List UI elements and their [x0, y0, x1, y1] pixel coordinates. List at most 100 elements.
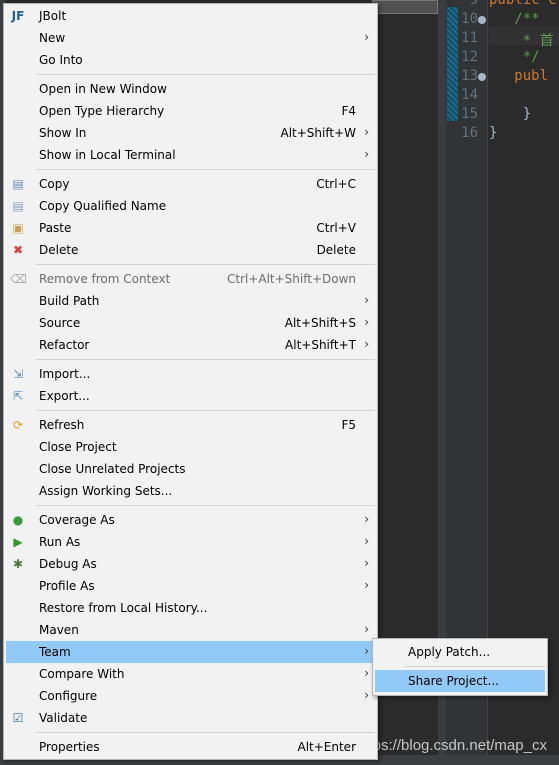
- fold-toggle-icon[interactable]: [478, 73, 486, 81]
- chevron-right-icon: ›: [364, 30, 369, 44]
- background-window-fragment: [372, 0, 438, 14]
- menu-item-label: Show In: [39, 126, 87, 140]
- menu-item-open-type-hierarchy[interactable]: Open Type Hierarchy F4: [6, 100, 375, 122]
- menu-item-label: Debug As: [39, 557, 97, 571]
- run-icon: ▶: [13, 535, 23, 549]
- shortcut-label: Alt+Shift+W: [280, 126, 357, 140]
- copy-qualified-icon: ▤: [12, 199, 24, 213]
- chevron-right-icon: ›: [364, 293, 369, 307]
- menu-item-team[interactable]: Team ›: [6, 641, 375, 663]
- menu-item-label: Coverage As: [39, 513, 115, 527]
- menu-item-label: Configure: [39, 689, 98, 703]
- menu-item-profile-as[interactable]: Profile As ›: [6, 575, 375, 597]
- menu-item-label: Validate: [39, 711, 88, 725]
- menu-separator: [36, 732, 375, 733]
- menu-item-label: Build Path: [39, 294, 100, 308]
- menu-item-label: Compare With: [39, 667, 125, 681]
- menu-item-debug-as[interactable]: ✱ Debug As ›: [6, 553, 375, 575]
- menu-item-go-into[interactable]: Go Into: [6, 49, 375, 71]
- shortcut-label: Alt+Shift+S: [284, 316, 356, 330]
- menu-item-label: Apply Patch...: [408, 645, 491, 659]
- line-number: 13: [461, 68, 478, 84]
- menu-item-label: New: [39, 31, 66, 45]
- shortcut-label: F4: [341, 104, 356, 118]
- menu-item-coverage-as[interactable]: ● Coverage As ›: [6, 509, 375, 531]
- code-line: }: [489, 106, 532, 122]
- shortcut-label: Ctrl+V: [316, 221, 356, 235]
- menu-item-close-unrelated-projects[interactable]: Close Unrelated Projects: [6, 458, 375, 480]
- menu-item-label: Profile As: [39, 579, 95, 593]
- chevron-right-icon: ›: [364, 578, 369, 592]
- line-number: 16: [461, 125, 478, 141]
- menu-item-validate[interactable]: ☑ Validate: [6, 707, 375, 729]
- menu-item-delete[interactable]: ✖ Delete Delete: [6, 239, 375, 261]
- fold-toggle-icon[interactable]: [478, 16, 486, 24]
- chevron-right-icon: ›: [364, 644, 369, 658]
- menu-item-compare-with[interactable]: Compare With ›: [6, 663, 375, 685]
- chevron-right-icon: ›: [364, 315, 369, 329]
- code-line: public c: [489, 0, 557, 8]
- code-line: publ: [489, 68, 549, 84]
- menu-separator: [36, 359, 375, 360]
- code-line: /**: [489, 11, 540, 27]
- chevron-right-icon: ›: [364, 556, 369, 570]
- remove-context-icon: ⌫: [10, 272, 27, 286]
- menu-item-build-path[interactable]: Build Path ›: [6, 290, 375, 312]
- menu-item-label: JBolt: [39, 9, 67, 23]
- menu-item-refresh[interactable]: ⟳ Refresh F5: [6, 414, 375, 436]
- menu-item-import[interactable]: ⇲ Import...: [6, 363, 375, 385]
- shortcut-label: Alt+Enter: [297, 740, 356, 754]
- chevron-right-icon: ›: [364, 666, 369, 680]
- import-icon: ⇲: [12, 367, 24, 381]
- menu-item-label: Open Type Hierarchy: [39, 104, 165, 118]
- menu-item-open-in-new-window[interactable]: Open in New Window: [6, 78, 375, 100]
- menu-item-restore-from-local-history[interactable]: Restore from Local History...: [6, 597, 375, 619]
- code-line: * 首: [489, 33, 554, 49]
- menu-item-label: Properties: [39, 740, 100, 754]
- line-number: 15: [461, 106, 478, 122]
- chevron-right-icon: ›: [364, 512, 369, 526]
- menu-item-jbolt[interactable]: JF JBolt: [6, 5, 375, 27]
- code-line: }: [489, 125, 498, 141]
- line-number: 14: [461, 87, 478, 103]
- menu-item-source[interactable]: Source Alt+Shift+S ›: [6, 312, 375, 334]
- menu-item-copy-qualified-name[interactable]: ▤ Copy Qualified Name: [6, 195, 375, 217]
- line-number: 9: [469, 0, 478, 8]
- menu-item-properties[interactable]: Properties Alt+Enter: [6, 736, 375, 758]
- menu-item-paste[interactable]: ▣ Paste Ctrl+V: [6, 217, 375, 239]
- shortcut-label: Alt+Shift+T: [285, 338, 356, 352]
- menu-item-apply-patch[interactable]: Apply Patch...: [375, 641, 545, 663]
- menu-item-label: Refresh: [39, 418, 85, 432]
- menu-item-share-project[interactable]: Share Project...: [375, 670, 545, 692]
- menu-item-refactor[interactable]: Refactor Alt+Shift+T ›: [6, 334, 375, 356]
- debug-icon: ✱: [12, 557, 24, 571]
- chevron-right-icon: ›: [364, 534, 369, 548]
- menu-item-label: Import...: [39, 367, 91, 381]
- menu-separator: [405, 666, 545, 667]
- chevron-right-icon: ›: [364, 125, 369, 139]
- menu-item-label: Copy: [39, 177, 70, 191]
- menu-separator: [36, 410, 375, 411]
- menu-item-show-in-local-terminal[interactable]: Show in Local Terminal ›: [6, 144, 375, 166]
- chevron-right-icon: ›: [364, 147, 369, 161]
- menu-item-maven[interactable]: Maven ›: [6, 619, 375, 641]
- menu-item-show-in[interactable]: Show In Alt+Shift+W ›: [6, 122, 375, 144]
- menu-separator: [36, 74, 375, 75]
- menu-item-label: Maven: [39, 623, 79, 637]
- menu-item-label: Close Project: [39, 440, 117, 454]
- team-submenu: Apply Patch... Share Project...: [372, 638, 548, 696]
- menu-item-new[interactable]: New ›: [6, 27, 375, 49]
- menu-item-assign-working-sets[interactable]: Assign Working Sets...: [6, 480, 375, 502]
- menu-item-close-project[interactable]: Close Project: [6, 436, 375, 458]
- menu-item-configure[interactable]: Configure ›: [6, 685, 375, 707]
- menu-item-export[interactable]: ⇱ Export...: [6, 385, 375, 407]
- check-icon: ☑: [12, 711, 24, 725]
- menu-item-label: Go Into: [39, 53, 83, 67]
- delete-icon: ✖: [12, 243, 24, 257]
- menu-item-copy[interactable]: ▤ Copy Ctrl+C: [6, 173, 375, 195]
- code-line: */: [489, 49, 540, 65]
- copy-icon: ▤: [12, 177, 24, 191]
- shortcut-label: F5: [341, 418, 356, 432]
- menu-item-run-as[interactable]: ▶ Run As ›: [6, 531, 375, 553]
- menu-separator: [36, 264, 375, 265]
